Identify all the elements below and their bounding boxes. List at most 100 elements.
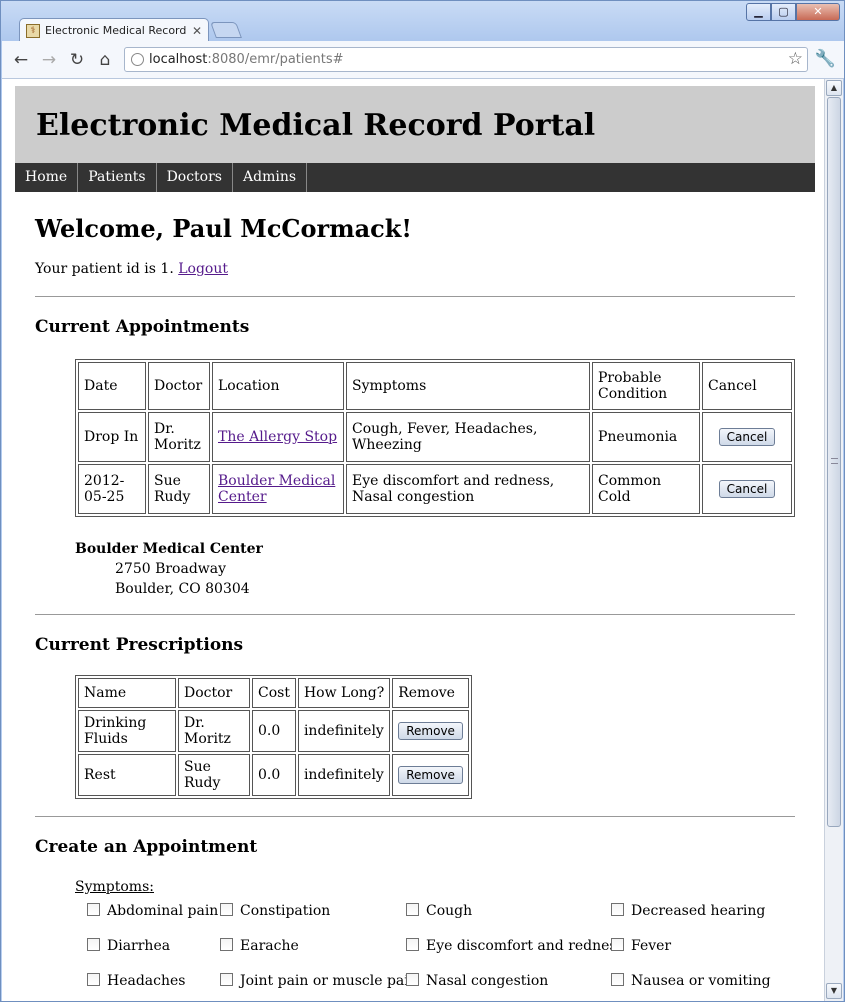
scroll-thumb[interactable]	[827, 97, 841, 827]
cancel-appointment-button[interactable]: Cancel	[718, 480, 776, 498]
nav-doctors[interactable]: Doctors	[157, 163, 233, 192]
symptom-option[interactable]: Headaches	[87, 973, 185, 989]
table-header-row: Name Doctor Cost How Long? Remove	[78, 678, 469, 708]
scroll-up-arrow-icon[interactable]: ▲	[826, 80, 842, 96]
bookmark-star-icon[interactable]: ☆	[788, 48, 803, 71]
symptom-option[interactable]: Cough	[406, 903, 472, 919]
welcome-heading: Welcome, Paul McCormack!	[35, 214, 412, 243]
logout-link[interactable]: Logout	[178, 261, 228, 277]
symptoms-label-text: Symptoms	[75, 879, 150, 895]
column-header: Doctor	[178, 678, 250, 708]
cancel-appointment-button[interactable]: Cancel	[718, 428, 776, 446]
nav-home[interactable]: Home	[15, 163, 79, 192]
checkbox[interactable]	[611, 973, 624, 986]
symptom-option[interactable]: Earache	[220, 938, 299, 954]
rx-action-cell: Remove	[392, 754, 469, 796]
close-window-button[interactable]: ✕	[796, 3, 840, 21]
checkbox[interactable]	[87, 938, 100, 951]
scroll-down-arrow-icon[interactable]: ▼	[826, 983, 842, 999]
symptom-label: Diarrhea	[107, 938, 171, 954]
home-icon[interactable]: ⌂	[94, 49, 116, 71]
appt-symptoms: Cough, Fever, Headaches, Wheezing	[346, 412, 590, 462]
back-arrow-icon[interactable]: ←	[10, 49, 32, 71]
column-header: How Long?	[297, 678, 391, 708]
appt-doctor: Sue Rudy	[148, 464, 210, 514]
table-header-row: Date Doctor Location Symptoms Probable C…	[78, 362, 792, 410]
appt-location: The Allergy Stop	[212, 412, 344, 462]
site-header: Electronic Medical Record Portal	[15, 86, 815, 163]
prescriptions-heading: Current Prescriptions	[35, 635, 244, 655]
checkbox[interactable]	[87, 903, 100, 916]
checkbox[interactable]	[406, 973, 419, 986]
grip-icon	[831, 458, 838, 464]
rx-name: Rest	[78, 754, 176, 796]
rx-cost: 0.0	[252, 754, 296, 796]
symptom-label: Earache	[240, 938, 299, 954]
column-header: Cost	[252, 678, 296, 708]
wrench-menu-icon[interactable]: 🔧	[815, 49, 836, 69]
checkbox[interactable]	[611, 903, 624, 916]
column-header: Cancel	[702, 362, 792, 410]
appt-doctor: Dr. Moritz	[148, 412, 210, 462]
symptom-label: Nasal congestion	[426, 973, 549, 989]
location-street: 2750 Broadway	[115, 561, 227, 577]
symptom-option[interactable]: Joint pain or muscle pain	[220, 973, 418, 989]
symptom-option[interactable]: Diarrhea	[87, 938, 170, 954]
vertical-scrollbar[interactable]: ▲ ▼	[824, 79, 843, 1001]
url-host: localhost	[149, 52, 208, 67]
appt-condition: Common Cold	[592, 464, 700, 514]
symptom-label: Headaches	[107, 973, 186, 989]
symptoms-label: Symptoms:	[75, 879, 154, 895]
appt-date: Drop In	[78, 412, 146, 462]
remove-prescription-button[interactable]: Remove	[398, 722, 463, 740]
nav-admins[interactable]: Admins	[233, 163, 308, 192]
divider	[35, 614, 795, 615]
browser-tab[interactable]: ⚕ Electronic Medical Record Port ✕	[19, 18, 209, 42]
tab-close-icon[interactable]: ✕	[190, 24, 204, 38]
checkbox[interactable]	[220, 938, 233, 951]
location-link[interactable]: The Allergy Stop	[218, 429, 337, 445]
symptom-option[interactable]: Decreased hearing	[611, 903, 765, 919]
column-header: Name	[78, 678, 176, 708]
rx-duration: indefinitely	[297, 710, 391, 752]
symptom-label: Constipation	[240, 903, 331, 919]
tab-title: Electronic Medical Record Port	[45, 24, 190, 37]
remove-prescription-button[interactable]: Remove	[398, 766, 463, 784]
symptom-label: Fever	[631, 938, 672, 954]
checkbox[interactable]	[87, 973, 100, 986]
forward-arrow-icon[interactable]: →	[38, 49, 60, 71]
checkbox[interactable]	[220, 973, 233, 986]
column-header: Date	[78, 362, 146, 410]
symptom-option[interactable]: Constipation	[220, 903, 330, 919]
symptom-option[interactable]: Nausea or vomiting	[611, 973, 771, 989]
symptom-label: Nausea or vomiting	[631, 973, 771, 989]
appointments-table: Date Doctor Location Symptoms Probable C…	[75, 359, 795, 517]
location-details: Boulder Medical Center 2750 Broadway Bou…	[75, 539, 795, 599]
column-header: Probable Condition	[592, 362, 700, 410]
appt-action-cell: Cancel	[702, 412, 792, 462]
nav-patients[interactable]: Patients	[78, 163, 157, 192]
new-tab-button[interactable]	[210, 22, 242, 38]
browser-window: ⚕ Electronic Medical Record Port ✕ ▁ ▢ ✕…	[0, 0, 845, 1002]
symptom-label: Decreased hearing	[631, 903, 766, 919]
location-link[interactable]: Boulder Medical Center	[218, 473, 335, 505]
tab-strip: ⚕ Electronic Medical Record Port ✕ ▁ ▢ ✕	[1, 1, 844, 42]
maximize-button[interactable]: ▢	[771, 3, 796, 21]
symptom-option[interactable]: Abdominal pain	[87, 903, 218, 919]
checkbox[interactable]	[406, 903, 419, 916]
reload-icon[interactable]: ↻	[66, 49, 88, 71]
symptom-option[interactable]: Nasal congestion	[406, 973, 548, 989]
symptom-option[interactable]: Eye discomfort and redness	[406, 938, 624, 954]
minimize-button[interactable]: ▁	[746, 3, 771, 21]
checkbox[interactable]	[611, 938, 624, 951]
checkbox[interactable]	[220, 903, 233, 916]
create-appointment-heading: Create an Appointment	[35, 837, 258, 857]
address-bar[interactable]: o localhost:8080/emr/patients# ☆	[124, 47, 808, 72]
table-row: Rest Sue Rudy 0.0 indefinitely Remove	[78, 754, 469, 796]
location-name: Boulder Medical Center	[75, 541, 263, 557]
symptom-label: Abdominal pain	[107, 903, 219, 919]
location-city: Boulder, CO 80304	[115, 581, 250, 597]
url-path: :8080/emr/patients#	[207, 52, 344, 67]
symptom-option[interactable]: Fever	[611, 938, 671, 954]
checkbox[interactable]	[406, 938, 419, 951]
